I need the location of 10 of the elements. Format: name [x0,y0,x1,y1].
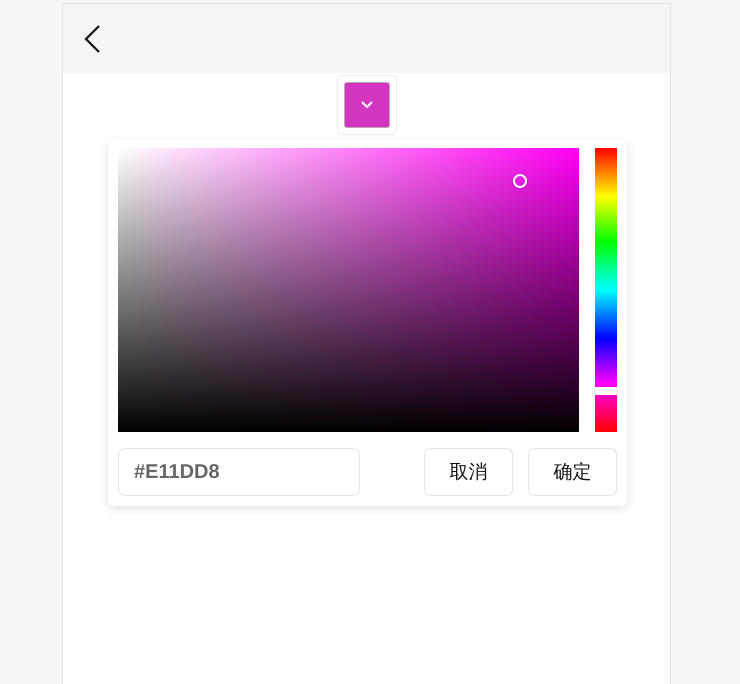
color-swatch-button[interactable] [336,75,396,135]
hue-slider[interactable] [595,148,617,432]
caret-icon [360,101,372,109]
dialog-button[interactable]: 取消 [424,448,513,496]
dialog-button[interactable]: 确定 [528,448,617,496]
saturation-brightness-area[interactable] [118,148,579,432]
hex-input-field[interactable]: #E11DD8 [118,448,360,496]
hue-slider-thumb[interactable] [595,387,617,396]
back-icon[interactable] [83,24,101,54]
color-cursor-handle[interactable] [512,174,527,188]
